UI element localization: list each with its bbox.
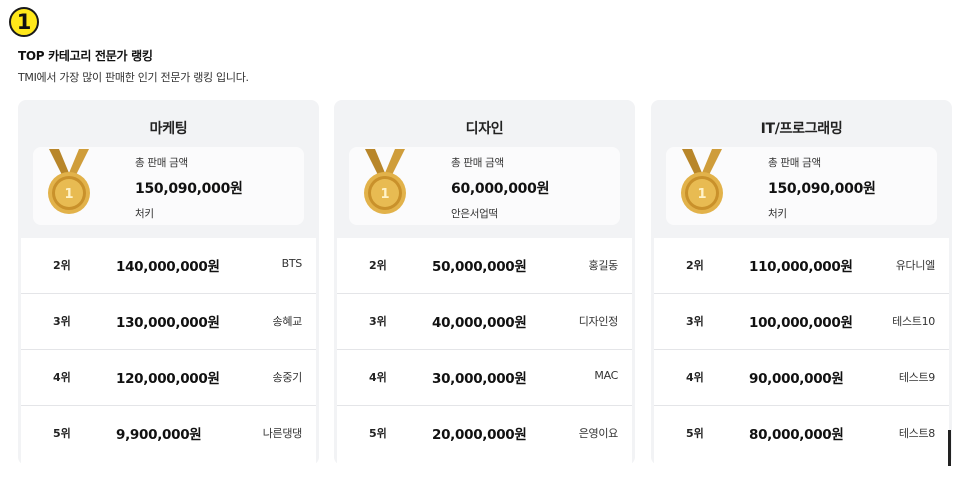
- top-ranker-info: 총 판매 금액 60,000,000원 안은서업떡: [451, 155, 549, 221]
- expert-name: 홍길동: [588, 259, 619, 272]
- category-title[interactable]: 마케팅: [18, 118, 319, 138]
- sales-amount: 9,900,000원: [116, 427, 202, 443]
- ranking-header: TOP 카테고리 전문가 랭킹 TMI에서 가장 많이 판매한 인기 전문가 랭…: [18, 47, 249, 85]
- sales-amount: 80,000,000원: [749, 427, 844, 443]
- sales-amount: 120,000,000원: [116, 371, 220, 387]
- category-card-design: 디자인 1 총 판매 금액 60,000,000원 안은서업떡 2위 50,00…: [334, 100, 635, 465]
- svg-text:1: 1: [697, 187, 706, 202]
- top-expert-name: 처키: [768, 208, 787, 220]
- expert-name: BTS: [281, 257, 303, 270]
- top-sales-amount: 60,000,000원: [451, 181, 550, 197]
- top-sales-amount: 150,090,000원: [768, 181, 876, 197]
- expert-name: 송중기: [272, 371, 303, 384]
- expert-name: 테스트10: [892, 315, 935, 328]
- rank-label: 2위: [369, 259, 387, 272]
- top-expert-name: 안은서업떡: [451, 208, 498, 220]
- ranking-row[interactable]: 4위 30,000,000원 MAC: [337, 350, 632, 406]
- sales-amount: 40,000,000원: [432, 315, 527, 331]
- ranking-list: 2위 140,000,000원 BTS 3위 130,000,000원 송혜교 …: [21, 238, 316, 465]
- sales-amount: 20,000,000원: [432, 427, 527, 443]
- rank-label: 4위: [686, 371, 704, 384]
- expert-name: 은영이요: [578, 427, 619, 440]
- ranking-row[interactable]: 2위 50,000,000원 홍길동: [337, 238, 632, 294]
- rank-label: 3위: [53, 315, 71, 328]
- ranking-row[interactable]: 2위 140,000,000원 BTS: [21, 238, 316, 294]
- total-sales-label: 총 판매 금액: [768, 157, 821, 169]
- expert-name: 나른댕댕: [262, 427, 303, 440]
- top-ranker-info: 총 판매 금액 150,090,000원 처키: [768, 155, 876, 221]
- rank-label: 2위: [53, 259, 71, 272]
- expert-name: 디자인정: [578, 315, 619, 328]
- top-expert-name: 처키: [135, 208, 154, 220]
- sales-amount: 130,000,000원: [116, 315, 220, 331]
- ranking-list: 2위 50,000,000원 홍길동 3위 40,000,000원 디자인정 4…: [337, 238, 632, 465]
- ranking-row[interactable]: 4위 120,000,000원 송중기: [21, 350, 316, 406]
- top-ranker-box[interactable]: 1 총 판매 금액 150,090,000원 처키: [666, 147, 937, 225]
- rank-label: 5위: [369, 427, 387, 440]
- ranking-row[interactable]: 3위 130,000,000원 송혜교: [21, 294, 316, 350]
- rank-label: 4위: [369, 371, 387, 384]
- ranking-row[interactable]: 3위 40,000,000원 디자인정: [337, 294, 632, 350]
- rank-label: 3위: [369, 315, 387, 328]
- rank-label: 2위: [686, 259, 704, 272]
- top-ranker-box[interactable]: 1 총 판매 금액 60,000,000원 안은서업떡: [349, 147, 620, 225]
- expert-name: 테스트9: [898, 371, 935, 384]
- ranking-row[interactable]: 5위 20,000,000원 은영이요: [337, 406, 632, 462]
- sales-amount: 140,000,000원: [116, 259, 220, 275]
- expert-name: 송혜교: [272, 315, 303, 328]
- category-card-marketing: 마케팅 1 총 판매 금액 150,090,000원 처키 2위 140,000…: [18, 100, 319, 465]
- gold-medal-icon: 1: [681, 149, 723, 214]
- step-number-marker: 1: [9, 7, 39, 37]
- top-sales-amount: 150,090,000원: [135, 181, 243, 197]
- rank-label: 5위: [686, 427, 704, 440]
- ranking-row[interactable]: 4위 90,000,000원 테스트9: [654, 350, 949, 406]
- ranking-row[interactable]: 2위 110,000,000원 유다니엘: [654, 238, 949, 294]
- category-title[interactable]: 디자인: [334, 118, 635, 138]
- rank-label: 3위: [686, 315, 704, 328]
- category-title[interactable]: IT/프로그래밍: [651, 118, 952, 138]
- total-sales-label: 총 판매 금액: [451, 157, 504, 169]
- expert-name: MAC: [594, 369, 618, 382]
- ranking-row[interactable]: 5위 80,000,000원 테스트8: [654, 406, 949, 462]
- gold-medal-icon: 1: [364, 149, 406, 214]
- ranking-list: 2위 110,000,000원 유다니엘 3위 100,000,000원 테스트…: [654, 238, 949, 465]
- top-ranker-box[interactable]: 1 총 판매 금액 150,090,000원 처키: [33, 147, 304, 225]
- sales-amount: 100,000,000원: [749, 315, 853, 331]
- gold-medal-icon: 1: [48, 149, 90, 214]
- sales-amount: 110,000,000원: [749, 259, 853, 275]
- expert-name: 테스트8: [898, 427, 935, 440]
- expert-name: 유다니엘: [895, 259, 936, 272]
- sales-amount: 90,000,000원: [749, 371, 844, 387]
- sales-amount: 30,000,000원: [432, 371, 527, 387]
- svg-text:1: 1: [64, 187, 73, 202]
- svg-text:1: 1: [380, 187, 389, 202]
- rank-label: 5위: [53, 427, 71, 440]
- sales-amount: 50,000,000원: [432, 259, 527, 275]
- top-ranker-info: 총 판매 금액 150,090,000원 처키: [135, 155, 243, 221]
- total-sales-label: 총 판매 금액: [135, 157, 188, 169]
- ranking-row[interactable]: 3위 100,000,000원 테스트10: [654, 294, 949, 350]
- section-title: TOP 카테고리 전문가 랭킹: [18, 49, 153, 63]
- text-cursor-indicator: [948, 430, 951, 466]
- rank-label: 4위: [53, 371, 71, 384]
- ranking-row[interactable]: 5위 9,900,000원 나른댕댕: [21, 406, 316, 462]
- category-card-it-programming: IT/프로그래밍 1 총 판매 금액 150,090,000원 처키 2위 11…: [651, 100, 952, 465]
- section-subtitle: TMI에서 가장 많이 판매한 인기 전문가 랭킹 입니다.: [18, 71, 249, 84]
